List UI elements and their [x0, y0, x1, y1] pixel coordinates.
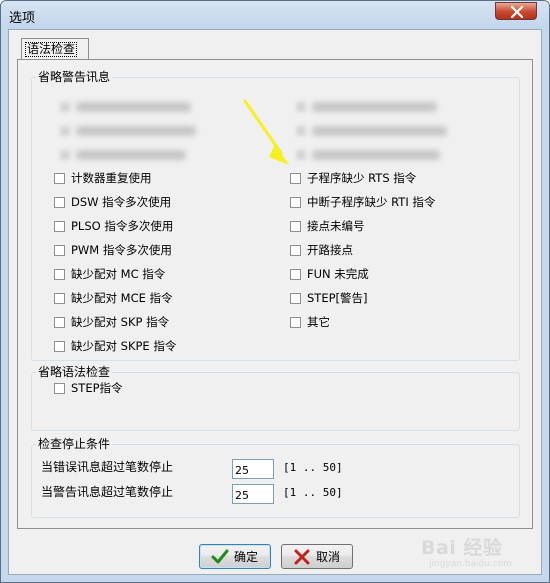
close-button[interactable]	[495, 2, 537, 20]
blurred-option-row	[60, 124, 240, 138]
blurred-option-row	[296, 148, 476, 162]
title-bar[interactable]: 选项	[1, 1, 549, 28]
checkbox[interactable]	[54, 245, 65, 256]
checkbox-label: 子程序缺少 RTS 指令	[307, 171, 417, 185]
checkbox[interactable]	[290, 173, 301, 184]
watermark-url: jingyan.baidu.com	[429, 559, 513, 569]
checkbox-label: 缺少配对 MC 指令	[71, 267, 166, 281]
error-limit-input[interactable]	[232, 459, 274, 479]
tab-syntax-check-label: 语法检查	[25, 42, 78, 57]
checkbox[interactable]	[54, 293, 65, 304]
blurred-option-row	[296, 100, 476, 114]
checkbox-label: DSW 指令多次使用	[71, 195, 172, 209]
checkbox[interactable]	[54, 341, 65, 352]
checkbox[interactable]	[54, 317, 65, 328]
checkbox-label: FUN 未完成	[307, 267, 369, 281]
warning-limit-input[interactable]	[232, 484, 274, 504]
group-stop-conditions: 检查停止条件 当错误讯息超过笔数停止 [1 .. 50] 当警告讯息超过笔数停止…	[31, 437, 520, 518]
tab-syntax-check[interactable]: 语法检查	[21, 38, 89, 60]
cancel-button[interactable]: 取消	[281, 544, 353, 569]
checkbox-label: 缺少配对 MCE 指令	[71, 291, 173, 305]
group-stop-conditions-title: 检查停止条件	[36, 437, 113, 451]
group-omit-syntax-title: 省略语法检查	[36, 365, 113, 379]
blurred-option-row	[60, 148, 240, 162]
checkbox-label: PWM 指令多次使用	[71, 243, 172, 257]
warning-limit-label: 当警告讯息超过笔数停止	[41, 485, 174, 499]
checkbox-label: 缺少配对 SKP 指令	[71, 315, 170, 329]
checkbox[interactable]	[290, 293, 301, 304]
checkbox[interactable]	[54, 197, 65, 208]
blurred-option-row	[60, 100, 240, 114]
checkbox-label: PLSO 指令多次使用	[71, 219, 174, 233]
ok-button-label: 确定	[234, 550, 259, 564]
x-mark-icon	[294, 549, 310, 565]
close-x-icon	[510, 6, 524, 18]
checkbox[interactable]	[54, 173, 65, 184]
checkbox[interactable]	[290, 221, 301, 232]
watermark-text: Bai 经验	[421, 537, 503, 559]
baidu-watermark: Bai 经验 jingyan.baidu.com	[421, 533, 539, 575]
cancel-button-label: 取消	[316, 550, 341, 564]
group-omit-syntax: 省略语法检查 STEP指令	[31, 365, 520, 431]
checkbox-label: 开路接点	[307, 243, 353, 257]
checkbox[interactable]	[290, 245, 301, 256]
checkbox-label: STEP[警告]	[307, 291, 368, 305]
ok-button[interactable]: 确定	[199, 544, 271, 569]
checkmark-icon	[211, 549, 229, 564]
checkbox[interactable]	[54, 269, 65, 280]
window-title: 选项	[9, 11, 36, 26]
checkbox-label: STEP指令	[71, 381, 123, 395]
checkbox[interactable]	[54, 221, 65, 232]
annotation-arrow-icon	[243, 99, 289, 165]
checkbox-label: 计数器重复使用	[71, 171, 152, 185]
checkbox[interactable]	[54, 383, 65, 394]
warning-limit-range: [1 .. 50]	[283, 486, 343, 499]
group-omit-warnings-title: 省略警告讯息	[36, 70, 113, 84]
checkbox[interactable]	[290, 317, 301, 328]
checkbox[interactable]	[290, 197, 301, 208]
error-limit-range: [1 .. 50]	[283, 461, 343, 474]
blurred-option-row	[296, 124, 476, 138]
options-dialog: 选项 语法检查 省略警告讯息 计数器重复使用 DSW 指令多次使用 PLSO 指…	[0, 0, 550, 583]
checkbox-label: 中断子程序缺少 RTI 指令	[307, 195, 436, 209]
checkbox-label: 缺少配对 SKPE 指令	[71, 339, 177, 353]
checkbox-label: 其它	[307, 315, 330, 329]
error-limit-label: 当错误讯息超过笔数停止	[41, 460, 174, 474]
checkbox[interactable]	[290, 269, 301, 280]
checkbox-label: 接点未编号	[307, 219, 365, 233]
